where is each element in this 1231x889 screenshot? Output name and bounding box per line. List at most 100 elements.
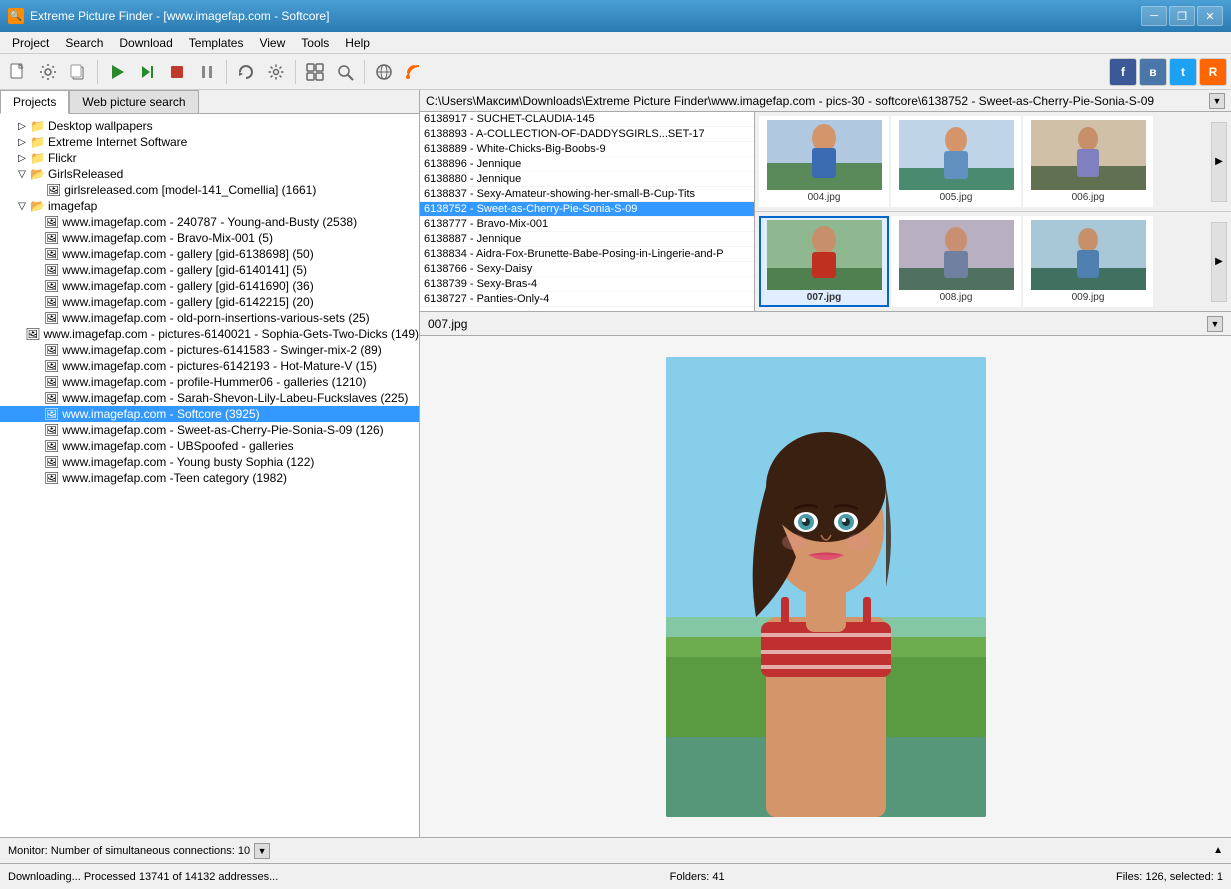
facebook-button[interactable]: f [1109, 58, 1137, 86]
tree-item-if-sophia[interactable]: 🖼 www.imagefap.com - pictures-6140021 - … [0, 326, 419, 342]
thumb-006[interactable]: 006.jpg [1023, 116, 1153, 207]
toolbar-pause-btn[interactable] [193, 58, 221, 86]
strip-scroll-right-btn-2[interactable]: ▶ [1211, 222, 1227, 302]
expand-icon[interactable]: ▽ [16, 200, 28, 212]
file-item-7[interactable]: 6138777 - Bravo-Mix-001 [420, 217, 754, 232]
file-item-5[interactable]: 6138837 - Sexy-Amateur-showing-her-small… [420, 187, 754, 202]
tree-item-girlsreleased-comellia[interactable]: 🖼 girlsreleased.com [model-141_Comellia]… [0, 182, 419, 198]
expand-icon[interactable]: ▷ [16, 136, 28, 148]
thumb-007[interactable]: 007.jpg [759, 216, 889, 307]
toolbar-settings-btn[interactable] [262, 58, 290, 86]
file-item-12[interactable]: 6138727 - Panties-Only-4 [420, 292, 754, 307]
tree-item-if-teen[interactable]: 🖼 www.imagefap.com -Teen category (1982) [0, 470, 419, 486]
toolbar-globe-btn[interactable] [370, 58, 398, 86]
preview-image-container [420, 336, 1231, 837]
toolbar-rss-btn[interactable] [400, 58, 428, 86]
file-item-2[interactable]: 6138889 - White-Chicks-Big-Boobs-9 [420, 142, 754, 157]
minimize-button[interactable]: ─ [1141, 6, 1167, 26]
separator-3 [295, 60, 296, 84]
thumb-008[interactable]: 008.jpg [891, 216, 1021, 307]
file-item-6[interactable]: 6138752 - Sweet-as-Cherry-Pie-Sonia-S-09 [420, 202, 754, 217]
vk-button[interactable]: в [1139, 58, 1167, 86]
thumb-row-1: 004.jpg 005.jpg [755, 112, 1231, 211]
menu-search[interactable]: Search [57, 32, 111, 54]
preview-expand-btn[interactable]: ▼ [1207, 316, 1223, 332]
menu-tools[interactable]: Tools [293, 32, 337, 54]
toolbar-stop-btn[interactable] [163, 58, 191, 86]
file-item-0[interactable]: 6138917 - SUCHET-CLAUDIA-145 [420, 112, 754, 127]
expand-icon[interactable]: ▽ [16, 168, 28, 180]
thumb-005[interactable]: 005.jpg [891, 116, 1021, 207]
item-icon: 🖼 [44, 439, 59, 453]
twitter-button[interactable]: t [1169, 58, 1197, 86]
thumb-img-005 [899, 120, 1014, 190]
tree-item-if-softcore[interactable]: 🖼 www.imagefap.com - Softcore (3925) [0, 406, 419, 422]
tree-item-if-bravo[interactable]: 🖼 www.imagefap.com - Bravo-Mix-001 (5) [0, 230, 419, 246]
tree-item-if-sweet[interactable]: 🖼 www.imagefap.com - Sweet-as-Cherry-Pie… [0, 422, 419, 438]
tree-item-if-oldporn[interactable]: 🖼 www.imagefap.com - old-porn-insertions… [0, 310, 419, 326]
item-icon: 🖼 [44, 423, 59, 437]
close-button[interactable]: ✕ [1197, 6, 1223, 26]
folder-open-icon: 📂 [30, 167, 45, 181]
toolbar-scan-btn[interactable] [331, 58, 359, 86]
thumb-004[interactable]: 004.jpg [759, 116, 889, 207]
preview-filename: 007.jpg [428, 317, 467, 331]
toolbar-new-btn[interactable] [4, 58, 32, 86]
expand-icon[interactable]: ▷ [16, 152, 28, 164]
strip-scroll-right-btn[interactable]: ▶ [1211, 122, 1227, 202]
main-area: Projects Web picture search ▷ 📁 Desktop … [0, 90, 1231, 837]
file-item-8[interactable]: 6138887 - Jennique [420, 232, 754, 247]
path-expand-btn[interactable]: ▼ [1209, 93, 1225, 109]
restore-button[interactable]: ❐ [1169, 6, 1195, 26]
tree-scroll-container: ▷ 📁 Desktop wallpapers ▷ 📁 Extreme Inter… [0, 114, 419, 837]
thumb-img-006 [1031, 120, 1146, 190]
tree-item-if-youngbusty[interactable]: 🖼 www.imagefap.com - 240787 - Young-and-… [0, 214, 419, 230]
toolbar-play-continue-btn[interactable] [133, 58, 161, 86]
tree-item-if-gal6140141[interactable]: 🖼 www.imagefap.com - gallery [gid-614014… [0, 262, 419, 278]
toolbar-refresh-btn[interactable] [232, 58, 260, 86]
tree-item-flickr[interactable]: ▷ 📁 Flickr [0, 150, 419, 166]
file-item-4[interactable]: 6138880 - Jennique [420, 172, 754, 187]
expand-icon[interactable]: ▷ [16, 120, 28, 132]
tree-item-girlsreleased[interactable]: ▽ 📂 GirlsReleased [0, 166, 419, 182]
thumb-009[interactable]: 009.jpg [1023, 216, 1153, 307]
tree-item-if-hummer[interactable]: 🖼 www.imagefap.com - profile-Hummer06 - … [0, 374, 419, 390]
toolbar-props-btn[interactable] [34, 58, 62, 86]
menu-help[interactable]: Help [337, 32, 378, 54]
monitor-text: Monitor: Number of simultaneous connecti… [8, 845, 250, 857]
tree-item-if-gal6142215[interactable]: 🖼 www.imagefap.com - gallery [gid-614221… [0, 294, 419, 310]
scroll-strip-right: ▶ [1211, 116, 1227, 207]
status-up-btn[interactable]: ▲ [1213, 845, 1223, 856]
tab-web-search[interactable]: Web picture search [69, 90, 198, 113]
thumb-label-008: 008.jpg [940, 292, 973, 303]
tree-item-extreme[interactable]: ▷ 📁 Extreme Internet Software [0, 134, 419, 150]
file-item-11[interactable]: 6138739 - Sexy-Bras-4 [420, 277, 754, 292]
tree-item-if-sarah[interactable]: 🖼 www.imagefap.com - Sarah-Shevon-Lily-L… [0, 390, 419, 406]
tree-item-if-swinger[interactable]: 🖼 www.imagefap.com - pictures-6141583 - … [0, 342, 419, 358]
menu-project[interactable]: Project [4, 32, 57, 54]
rss-feed-button[interactable]: R [1199, 58, 1227, 86]
menu-templates[interactable]: Templates [181, 32, 252, 54]
gallery-list-row: 6138917 - SUCHET-CLAUDIA-145 6138893 - A… [420, 112, 1231, 312]
folders-count: Folders: 41 [670, 871, 725, 883]
toolbar-extra-btn[interactable] [301, 58, 329, 86]
menu-download[interactable]: Download [111, 32, 180, 54]
file-item-1[interactable]: 6138893 - A-COLLECTION-OF-DADDYSGIRLS...… [420, 127, 754, 142]
tree-item-desktop[interactable]: ▷ 📁 Desktop wallpapers [0, 118, 419, 134]
tree-item-if-gal6141690[interactable]: 🖼 www.imagefap.com - gallery [gid-614169… [0, 278, 419, 294]
tree-item-if-hotmature[interactable]: 🖼 www.imagefap.com - pictures-6142193 - … [0, 358, 419, 374]
file-item-9[interactable]: 6138834 - Aidra-Fox-Brunette-Babe-Posing… [420, 247, 754, 262]
file-item-3[interactable]: 6138896 - Jennique [420, 157, 754, 172]
tree-item-if-ubs[interactable]: 🖼 www.imagefap.com - UBSpoofed - galleri… [0, 438, 419, 454]
tab-projects[interactable]: Projects [0, 90, 69, 114]
file-item-10[interactable]: 6138766 - Sexy-Daisy [420, 262, 754, 277]
monitor-expand-btn[interactable]: ▼ [254, 843, 270, 859]
item-icon: 🖼 [44, 407, 59, 421]
menu-view[interactable]: View [251, 32, 293, 54]
tree-item-if-gal6138698[interactable]: 🖼 www.imagefap.com - gallery [gid-613869… [0, 246, 419, 262]
tree-item-if-youngbusty2[interactable]: 🖼 www.imagefap.com - Young busty Sophia … [0, 454, 419, 470]
tree-item-imagefap[interactable]: ▽ 📂 imagefap [0, 198, 419, 214]
toolbar-copy-btn[interactable] [64, 58, 92, 86]
toolbar-play-btn[interactable] [103, 58, 131, 86]
thumb-label-004: 004.jpg [808, 192, 841, 203]
